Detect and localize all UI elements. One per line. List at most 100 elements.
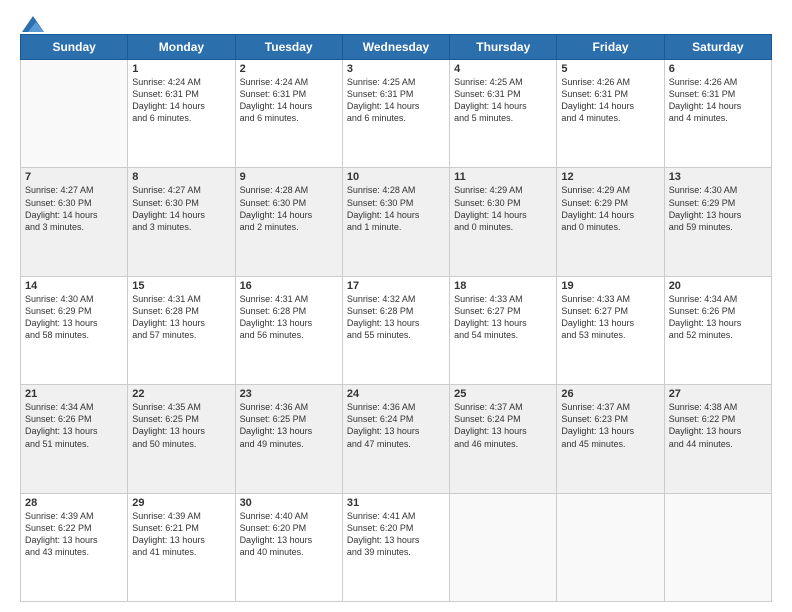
table-row: 23Sunrise: 4:36 AM Sunset: 6:25 PM Dayli… — [235, 385, 342, 493]
day-number: 4 — [454, 63, 552, 75]
table-row: 28Sunrise: 4:39 AM Sunset: 6:22 PM Dayli… — [21, 493, 128, 601]
header-tuesday: Tuesday — [235, 35, 342, 60]
day-info: Sunrise: 4:40 AM Sunset: 6:20 PM Dayligh… — [240, 510, 338, 559]
header-sunday: Sunday — [21, 35, 128, 60]
day-number: 15 — [132, 280, 230, 292]
day-number: 3 — [347, 63, 445, 75]
day-number: 18 — [454, 280, 552, 292]
day-info: Sunrise: 4:30 AM Sunset: 6:29 PM Dayligh… — [25, 293, 123, 342]
day-number: 19 — [561, 280, 659, 292]
table-row: 11Sunrise: 4:29 AM Sunset: 6:30 PM Dayli… — [450, 168, 557, 276]
day-info: Sunrise: 4:41 AM Sunset: 6:20 PM Dayligh… — [347, 510, 445, 559]
day-number: 21 — [25, 388, 123, 400]
day-info: Sunrise: 4:34 AM Sunset: 6:26 PM Dayligh… — [669, 293, 767, 342]
table-row: 13Sunrise: 4:30 AM Sunset: 6:29 PM Dayli… — [664, 168, 771, 276]
table-row: 25Sunrise: 4:37 AM Sunset: 6:24 PM Dayli… — [450, 385, 557, 493]
page: Sunday Monday Tuesday Wednesday Thursday… — [0, 0, 792, 612]
table-row: 9Sunrise: 4:28 AM Sunset: 6:30 PM Daylig… — [235, 168, 342, 276]
table-row: 30Sunrise: 4:40 AM Sunset: 6:20 PM Dayli… — [235, 493, 342, 601]
day-number: 5 — [561, 63, 659, 75]
header-monday: Monday — [128, 35, 235, 60]
day-number: 6 — [669, 63, 767, 75]
table-row: 17Sunrise: 4:32 AM Sunset: 6:28 PM Dayli… — [342, 276, 449, 384]
day-info: Sunrise: 4:37 AM Sunset: 6:24 PM Dayligh… — [454, 401, 552, 450]
table-row: 7Sunrise: 4:27 AM Sunset: 6:30 PM Daylig… — [21, 168, 128, 276]
day-number: 16 — [240, 280, 338, 292]
day-info: Sunrise: 4:24 AM Sunset: 6:31 PM Dayligh… — [132, 76, 230, 125]
table-row: 4Sunrise: 4:25 AM Sunset: 6:31 PM Daylig… — [450, 60, 557, 168]
table-row: 18Sunrise: 4:33 AM Sunset: 6:27 PM Dayli… — [450, 276, 557, 384]
logo — [20, 16, 44, 28]
header-saturday: Saturday — [664, 35, 771, 60]
day-info: Sunrise: 4:29 AM Sunset: 6:30 PM Dayligh… — [454, 184, 552, 233]
table-row: 8Sunrise: 4:27 AM Sunset: 6:30 PM Daylig… — [128, 168, 235, 276]
day-info: Sunrise: 4:31 AM Sunset: 6:28 PM Dayligh… — [240, 293, 338, 342]
table-row: 31Sunrise: 4:41 AM Sunset: 6:20 PM Dayli… — [342, 493, 449, 601]
header-wednesday: Wednesday — [342, 35, 449, 60]
table-row: 19Sunrise: 4:33 AM Sunset: 6:27 PM Dayli… — [557, 276, 664, 384]
day-info: Sunrise: 4:29 AM Sunset: 6:29 PM Dayligh… — [561, 184, 659, 233]
day-info: Sunrise: 4:30 AM Sunset: 6:29 PM Dayligh… — [669, 184, 767, 233]
table-row: 5Sunrise: 4:26 AM Sunset: 6:31 PM Daylig… — [557, 60, 664, 168]
day-number: 10 — [347, 171, 445, 183]
header-thursday: Thursday — [450, 35, 557, 60]
day-info: Sunrise: 4:36 AM Sunset: 6:25 PM Dayligh… — [240, 401, 338, 450]
day-number: 8 — [132, 171, 230, 183]
day-info: Sunrise: 4:28 AM Sunset: 6:30 PM Dayligh… — [347, 184, 445, 233]
table-row: 15Sunrise: 4:31 AM Sunset: 6:28 PM Dayli… — [128, 276, 235, 384]
day-info: Sunrise: 4:36 AM Sunset: 6:24 PM Dayligh… — [347, 401, 445, 450]
day-info: Sunrise: 4:33 AM Sunset: 6:27 PM Dayligh… — [561, 293, 659, 342]
day-number: 29 — [132, 497, 230, 509]
table-row: 26Sunrise: 4:37 AM Sunset: 6:23 PM Dayli… — [557, 385, 664, 493]
day-number: 22 — [132, 388, 230, 400]
day-info: Sunrise: 4:31 AM Sunset: 6:28 PM Dayligh… — [132, 293, 230, 342]
day-info: Sunrise: 4:27 AM Sunset: 6:30 PM Dayligh… — [132, 184, 230, 233]
day-info: Sunrise: 4:34 AM Sunset: 6:26 PM Dayligh… — [25, 401, 123, 450]
day-number: 23 — [240, 388, 338, 400]
day-number: 24 — [347, 388, 445, 400]
day-number: 13 — [669, 171, 767, 183]
day-number: 17 — [347, 280, 445, 292]
day-number: 20 — [669, 280, 767, 292]
table-row: 29Sunrise: 4:39 AM Sunset: 6:21 PM Dayli… — [128, 493, 235, 601]
day-info: Sunrise: 4:37 AM Sunset: 6:23 PM Dayligh… — [561, 401, 659, 450]
day-number: 9 — [240, 171, 338, 183]
table-row: 27Sunrise: 4:38 AM Sunset: 6:22 PM Dayli… — [664, 385, 771, 493]
day-number: 25 — [454, 388, 552, 400]
day-number: 31 — [347, 497, 445, 509]
header-row: Sunday Monday Tuesday Wednesday Thursday… — [21, 35, 772, 60]
day-number: 28 — [25, 497, 123, 509]
day-info: Sunrise: 4:33 AM Sunset: 6:27 PM Dayligh… — [454, 293, 552, 342]
day-info: Sunrise: 4:32 AM Sunset: 6:28 PM Dayligh… — [347, 293, 445, 342]
day-info: Sunrise: 4:35 AM Sunset: 6:25 PM Dayligh… — [132, 401, 230, 450]
table-row: 16Sunrise: 4:31 AM Sunset: 6:28 PM Dayli… — [235, 276, 342, 384]
day-info: Sunrise: 4:25 AM Sunset: 6:31 PM Dayligh… — [347, 76, 445, 125]
day-number: 1 — [132, 63, 230, 75]
table-row: 20Sunrise: 4:34 AM Sunset: 6:26 PM Dayli… — [664, 276, 771, 384]
day-number: 2 — [240, 63, 338, 75]
day-info: Sunrise: 4:26 AM Sunset: 6:31 PM Dayligh… — [669, 76, 767, 125]
table-row: 22Sunrise: 4:35 AM Sunset: 6:25 PM Dayli… — [128, 385, 235, 493]
calendar-table: Sunday Monday Tuesday Wednesday Thursday… — [20, 34, 772, 602]
day-number: 14 — [25, 280, 123, 292]
table-row: 6Sunrise: 4:26 AM Sunset: 6:31 PM Daylig… — [664, 60, 771, 168]
table-row: 3Sunrise: 4:25 AM Sunset: 6:31 PM Daylig… — [342, 60, 449, 168]
table-row: 14Sunrise: 4:30 AM Sunset: 6:29 PM Dayli… — [21, 276, 128, 384]
table-row — [450, 493, 557, 601]
day-number: 27 — [669, 388, 767, 400]
table-row: 12Sunrise: 4:29 AM Sunset: 6:29 PM Dayli… — [557, 168, 664, 276]
day-number: 26 — [561, 388, 659, 400]
table-row: 10Sunrise: 4:28 AM Sunset: 6:30 PM Dayli… — [342, 168, 449, 276]
table-row — [557, 493, 664, 601]
day-info: Sunrise: 4:26 AM Sunset: 6:31 PM Dayligh… — [561, 76, 659, 125]
day-number: 30 — [240, 497, 338, 509]
day-info: Sunrise: 4:24 AM Sunset: 6:31 PM Dayligh… — [240, 76, 338, 125]
table-row: 24Sunrise: 4:36 AM Sunset: 6:24 PM Dayli… — [342, 385, 449, 493]
day-number: 12 — [561, 171, 659, 183]
day-info: Sunrise: 4:27 AM Sunset: 6:30 PM Dayligh… — [25, 184, 123, 233]
table-row — [664, 493, 771, 601]
day-info: Sunrise: 4:39 AM Sunset: 6:22 PM Dayligh… — [25, 510, 123, 559]
table-row: 21Sunrise: 4:34 AM Sunset: 6:26 PM Dayli… — [21, 385, 128, 493]
day-info: Sunrise: 4:28 AM Sunset: 6:30 PM Dayligh… — [240, 184, 338, 233]
table-row — [21, 60, 128, 168]
